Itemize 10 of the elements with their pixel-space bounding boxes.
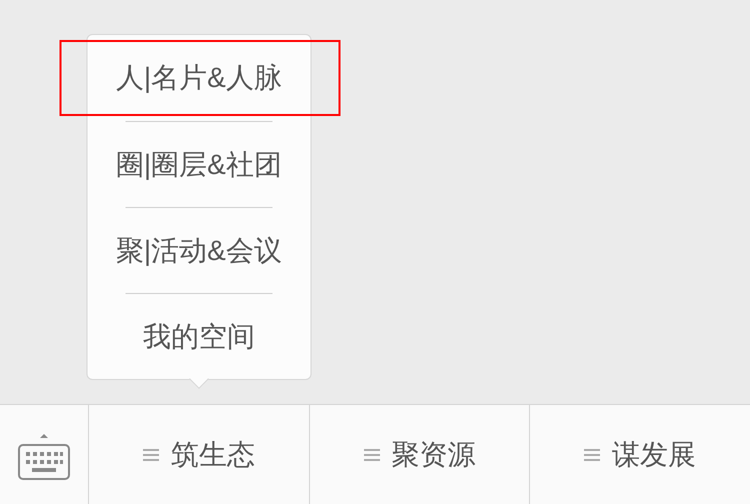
menu-tab[interactable]: 谋发展 — [584, 434, 696, 476]
menu-icon — [364, 448, 380, 462]
menu-tab[interactable]: 聚资源 — [364, 434, 476, 476]
menu-tab[interactable]: 筑生态 — [142, 434, 255, 476]
popup-menu-item[interactable]: 人|名片&人脉 — [116, 57, 282, 99]
popup-menu-item[interactable]: 聚|活动&会议 — [116, 230, 282, 272]
popup-menu-item[interactable]: 圈|圈层&社团 — [116, 144, 282, 186]
popup-menu-item[interactable]: 我的空间 — [142, 316, 255, 358]
menu-icon — [584, 448, 600, 462]
menu-icon — [142, 448, 159, 462]
